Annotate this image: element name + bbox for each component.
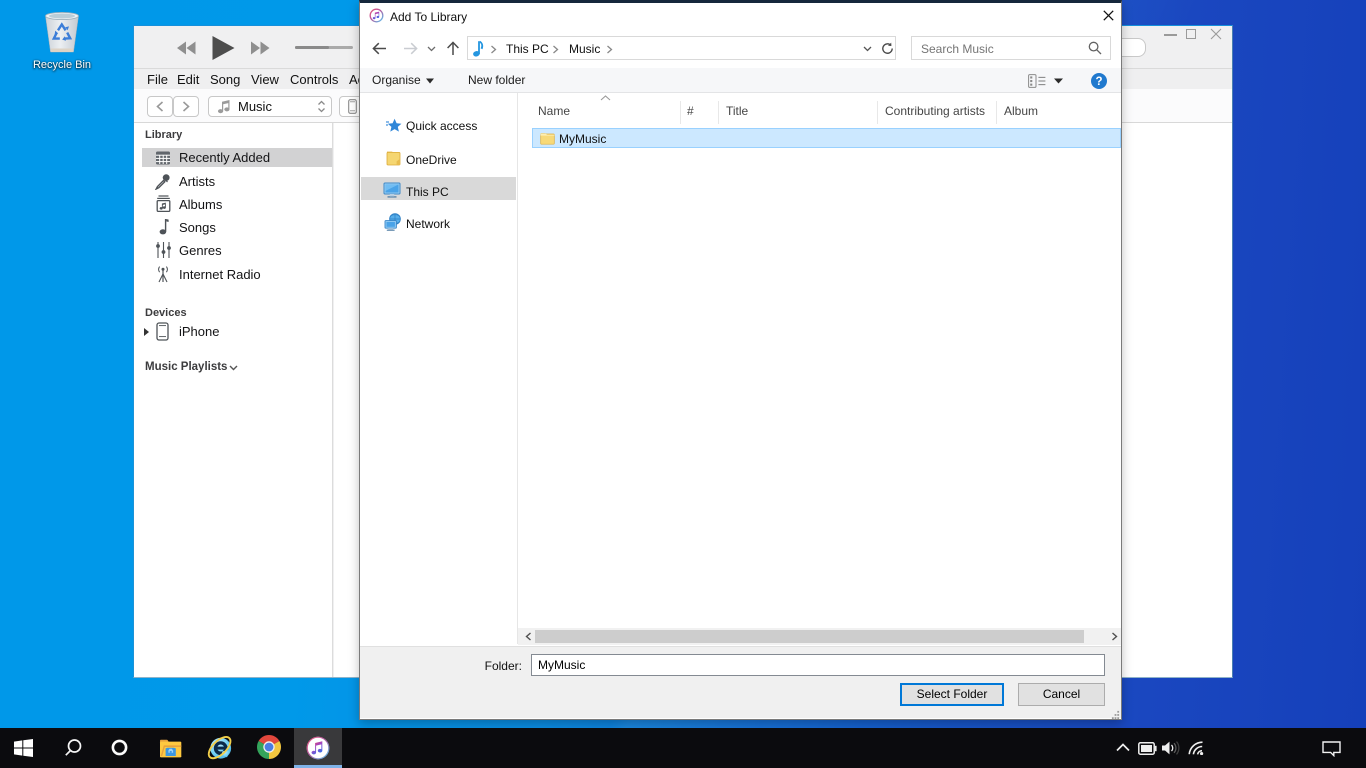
svg-text:?: ?: [1095, 76, 1102, 88]
